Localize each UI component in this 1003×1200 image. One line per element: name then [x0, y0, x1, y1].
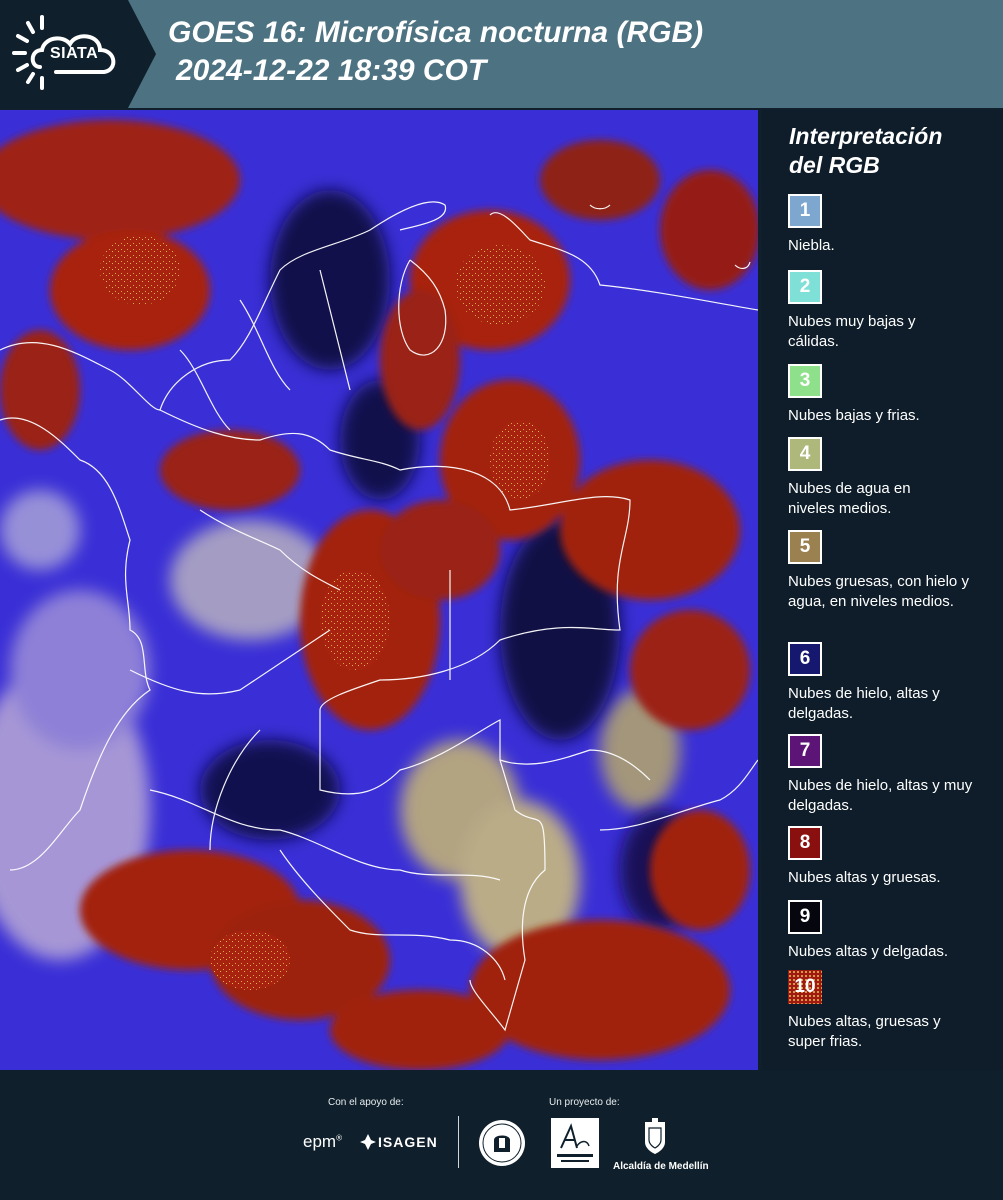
legend-label: Nubes de agua en niveles medios. — [788, 480, 911, 517]
legend-item-5: 5 Nubes gruesas, con hielo y agua, en ni… — [788, 530, 998, 612]
alcaldia-logo-text: Alcaldía de Medellín — [613, 1161, 709, 1172]
legend-item-7: 7 Nubes de hielo, altas y muy delgadas. — [788, 734, 998, 816]
isagen-logo-text: ISAGEN — [378, 1134, 438, 1150]
isagen-icon — [360, 1134, 376, 1150]
epm-logo: epm® — [303, 1132, 342, 1151]
epm-logo-text: epm — [303, 1132, 337, 1151]
legend-title-line-1: Interpretación — [789, 123, 943, 149]
header-bar: SIATA GOES 16: Microfísica nocturna (RGB… — [0, 0, 1003, 108]
legend-item-6: 6 Nubes de hielo, altas y delgadas. — [788, 642, 998, 724]
title-line-2: 2024-12-22 18:39 COT — [176, 54, 487, 87]
legend-swatch: 4 — [788, 437, 822, 471]
legend-swatch: 5 — [788, 530, 822, 564]
legend-swatch: 1 — [788, 194, 822, 228]
alcaldia-shield-icon — [645, 1118, 665, 1154]
area-metropolitana-icon — [551, 1118, 599, 1168]
legend-item-4: 4 Nubes de agua en niveles medios. — [788, 437, 998, 519]
legend-item-3: 3 Nubes bajas y frias. — [788, 364, 998, 426]
legend-label: Nubes muy bajas y cálidas. — [788, 313, 916, 350]
satellite-rgb-image — [0, 110, 758, 1070]
footer: Con el apoyo de: Un proyecto de: epm® IS… — [0, 1070, 1003, 1200]
legend-item-1: 1 Niebla. — [788, 194, 998, 256]
legend-title: Interpretación del RGB — [789, 122, 942, 180]
legend-label: Nubes gruesas, con hielo y agua, en nive… — [788, 573, 969, 610]
legend-item-8: 8 Nubes altas y gruesas. — [788, 826, 998, 888]
siata-logo-text: SIATA — [50, 45, 99, 62]
legend-swatch: 7 — [788, 734, 822, 768]
legend-panel: Interpretación del RGB 1 Niebla. 2 Nubes… — [762, 110, 1003, 1070]
legend-item-9: 9 Nubes altas y delgadas. — [788, 900, 998, 962]
legend-item-2: 2 Nubes muy bajas y cálidas. — [788, 270, 998, 352]
legend-title-line-2: del RGB — [789, 152, 880, 178]
legend-swatch: 3 — [788, 364, 822, 398]
legend-label: Nubes bajas y frias. — [788, 407, 920, 424]
legend-swatch: 8 — [788, 826, 822, 860]
legend-swatch: 10 — [788, 970, 822, 1004]
legend-label: Nubes de hielo, altas y muy delgadas. — [788, 777, 973, 814]
legend-label: Nubes altas, gruesas y super frias. — [788, 1013, 941, 1050]
legend-label: Nubes altas y gruesas. — [788, 869, 941, 886]
support-label: Con el apoyo de: — [328, 1097, 404, 1108]
university-seal-icon — [479, 1120, 525, 1166]
title-line-1: GOES 16: Microfísica nocturna (RGB) — [168, 16, 704, 49]
footer-divider — [458, 1116, 459, 1168]
legend-label: Nubes de hielo, altas y delgadas. — [788, 685, 940, 722]
project-label: Un proyecto de: — [549, 1097, 620, 1108]
legend-swatch: 6 — [788, 642, 822, 676]
legend-label: Nubes altas y delgadas. — [788, 943, 949, 960]
legend-item-10: 10 Nubes altas, gruesas y super frias. — [788, 970, 998, 1052]
legend-label: Niebla. — [788, 237, 835, 254]
legend-swatch: 9 — [788, 900, 822, 934]
satellite-image-render — [0, 110, 758, 1070]
legend-swatch: 2 — [788, 270, 822, 304]
page-title: GOES 16: Microfísica nocturna (RGB) 2024… — [168, 14, 703, 90]
